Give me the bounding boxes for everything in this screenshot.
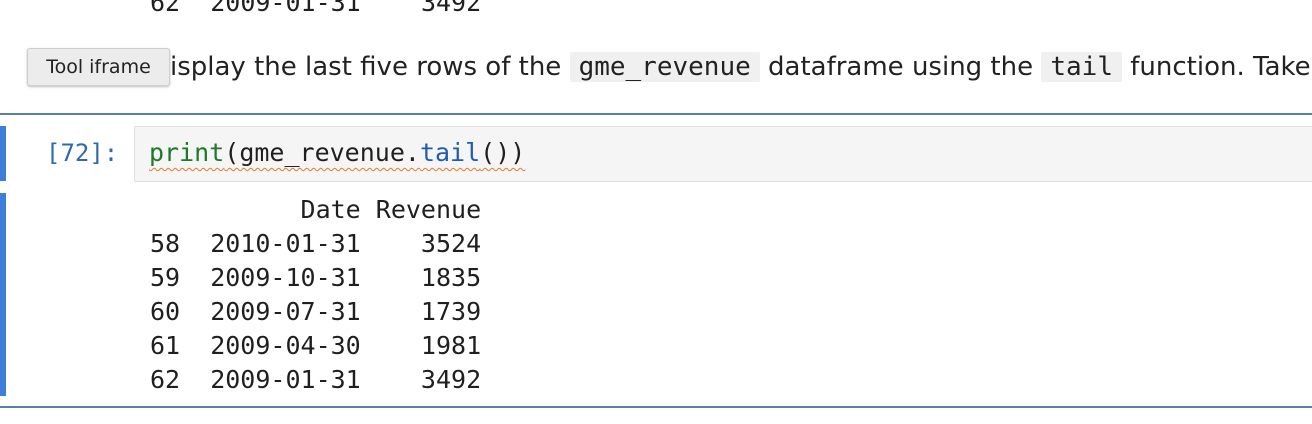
output-header: Date Revenue bbox=[150, 195, 482, 224]
code-close: ()) bbox=[480, 138, 526, 167]
code-builtin: print bbox=[149, 138, 225, 167]
output-row: 60 2009-07-31 1739 bbox=[150, 297, 482, 326]
prev-row-revenue: 3492 bbox=[420, 0, 482, 17]
inline-code-dataframe: gme_revenue bbox=[569, 52, 760, 82]
markdown-text-2: dataframe using the bbox=[759, 52, 1042, 82]
markdown-text-1: isplay the last five rows of the bbox=[170, 52, 570, 82]
cell-output: Date Revenue 58 2010-01-31 3524 59 2009-10… bbox=[150, 193, 481, 397]
code-method: tail bbox=[419, 138, 481, 167]
output-row: 58 2010-01-31 3524 bbox=[150, 229, 482, 258]
cell-divider-top bbox=[0, 113, 1312, 115]
code-argument: (gme_revenue. bbox=[224, 138, 420, 167]
execution-count-prompt: [72]: bbox=[46, 139, 119, 167]
tool-iframe-tooltip: Tool iframe bbox=[27, 48, 170, 86]
code-line[interactable]: print(gme_revenue.tail()) bbox=[149, 135, 525, 171]
markdown-text-3: function. Take bbox=[1122, 52, 1311, 82]
output-collapser[interactable] bbox=[0, 193, 6, 396]
input-collapser[interactable] bbox=[0, 126, 6, 181]
previous-cell-output: 62 2009-01-31 3492 bbox=[150, 0, 481, 20]
prev-row-date: 2009-01-31 bbox=[210, 0, 361, 17]
cell-divider-bottom bbox=[0, 406, 1312, 408]
output-row: 61 2009-04-30 1981 bbox=[150, 331, 482, 360]
output-row: 62 2009-01-31 3492 bbox=[150, 365, 482, 394]
inline-code-function: tail bbox=[1041, 52, 1122, 82]
output-row: 59 2009-10-31 1835 bbox=[150, 263, 482, 292]
prev-row-label: 62 bbox=[150, 0, 181, 17]
markdown-instruction: isplay the last five rows of the gme_rev… bbox=[170, 48, 1311, 86]
